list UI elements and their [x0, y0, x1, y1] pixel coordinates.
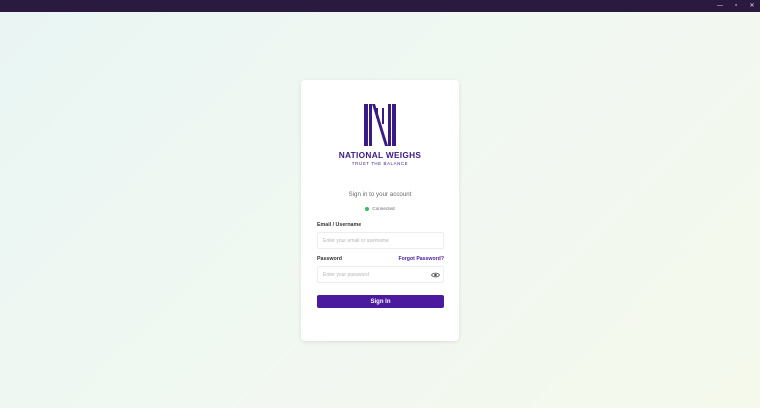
- logo-icon: [364, 104, 396, 146]
- minimize-icon: —: [717, 3, 723, 9]
- maximize-icon: ▫: [734, 2, 738, 9]
- status-text: Connected: [372, 206, 395, 211]
- brand-tagline: TRUST THE BALANCE: [351, 161, 409, 166]
- title-bar: — ▫ ✕: [0, 0, 760, 12]
- close-icon: ✕: [749, 3, 755, 9]
- connection-status: Connected: [301, 206, 459, 211]
- close-button[interactable]: ✕: [744, 0, 760, 12]
- logo: NATIONAL WEIGHS TRUST THE BALANCE: [301, 104, 459, 166]
- status-dot-icon: [365, 206, 370, 211]
- maximize-button[interactable]: ▫: [728, 0, 744, 12]
- password-field[interactable]: [317, 266, 444, 283]
- password-label: Password: [317, 256, 343, 262]
- email-label: Email / Username: [317, 222, 362, 228]
- sign-in-subtitle: Sign in to your account: [348, 191, 412, 198]
- minimize-button[interactable]: —: [712, 0, 728, 12]
- email-field[interactable]: [317, 232, 444, 249]
- show-password-icon[interactable]: [431, 270, 440, 279]
- login-card: NATIONAL WEIGHS TRUST THE BALANCE Sign i…: [301, 80, 459, 341]
- forgot-password-link[interactable]: Forgot Password?: [398, 256, 444, 262]
- sign-in-button[interactable]: Sign In: [317, 295, 444, 308]
- window-controls: — ▫ ✕: [712, 0, 760, 12]
- brand-name: NATIONAL WEIGHS: [338, 150, 422, 160]
